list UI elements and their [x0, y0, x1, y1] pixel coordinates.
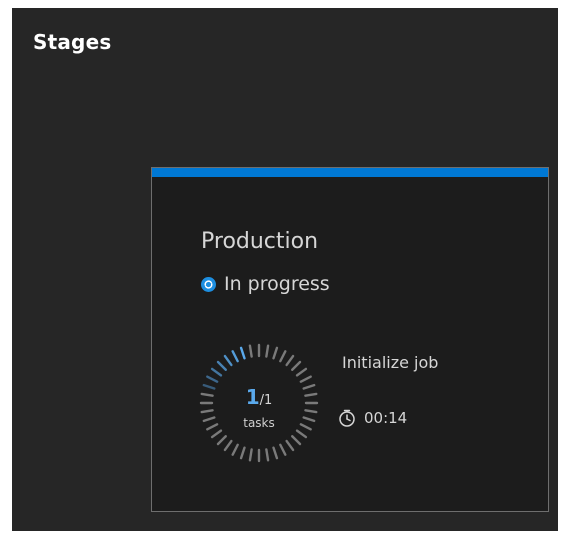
stage-status: In progress	[201, 273, 330, 295]
ring-tick	[272, 346, 279, 360]
ring-tick	[239, 446, 246, 460]
ring-tick-active	[206, 375, 219, 383]
ring-tick	[279, 443, 287, 456]
section-title: Stages	[33, 30, 112, 54]
ring-tick	[248, 448, 253, 462]
tasks-completed: 1	[245, 385, 260, 409]
ring-tick	[285, 439, 295, 452]
ring-tick	[272, 446, 279, 460]
ring-tick	[291, 435, 302, 446]
ring-tick	[304, 409, 318, 414]
ring-tick	[265, 344, 270, 358]
timer-icon	[339, 409, 355, 427]
ring-tick	[223, 439, 233, 452]
ring-tick-active	[239, 346, 246, 360]
job-duration-text: 00:14	[364, 409, 408, 427]
tasks-total: /1	[259, 393, 273, 408]
stage-status-text: In progress	[224, 273, 330, 295]
ring-tick	[285, 354, 295, 367]
ring-tick	[299, 375, 312, 383]
ring-tick	[265, 448, 270, 462]
ring-tick	[295, 429, 308, 439]
ring-tick	[231, 443, 239, 456]
ring-tick-active	[216, 360, 227, 371]
ring-tick-active	[210, 367, 223, 377]
ring-tick	[291, 360, 302, 371]
ring-tick	[295, 367, 308, 377]
ring-tick	[200, 409, 214, 414]
stage-card-production[interactable]: Production In progress 1/1 tasks Initial…	[151, 167, 549, 512]
in-progress-icon	[201, 276, 216, 292]
ring-tick	[279, 350, 287, 363]
ring-tick-active	[231, 350, 239, 363]
tasks-label: tasks	[243, 416, 275, 430]
ring-tick	[248, 344, 253, 358]
ring-tick-active	[223, 354, 233, 367]
stages-panel: Stages Production In progress 1/1 tasks …	[12, 8, 558, 531]
job-name[interactable]: Initialize job	[342, 353, 438, 372]
ring-tick	[210, 429, 223, 439]
task-progress-ring: 1/1 tasks	[199, 343, 319, 463]
task-count: 1/1	[199, 387, 319, 407]
ring-tick	[216, 435, 227, 446]
stage-accent-bar	[152, 168, 548, 177]
job-duration: 00:14	[337, 408, 407, 428]
stage-name: Production	[201, 229, 319, 254]
